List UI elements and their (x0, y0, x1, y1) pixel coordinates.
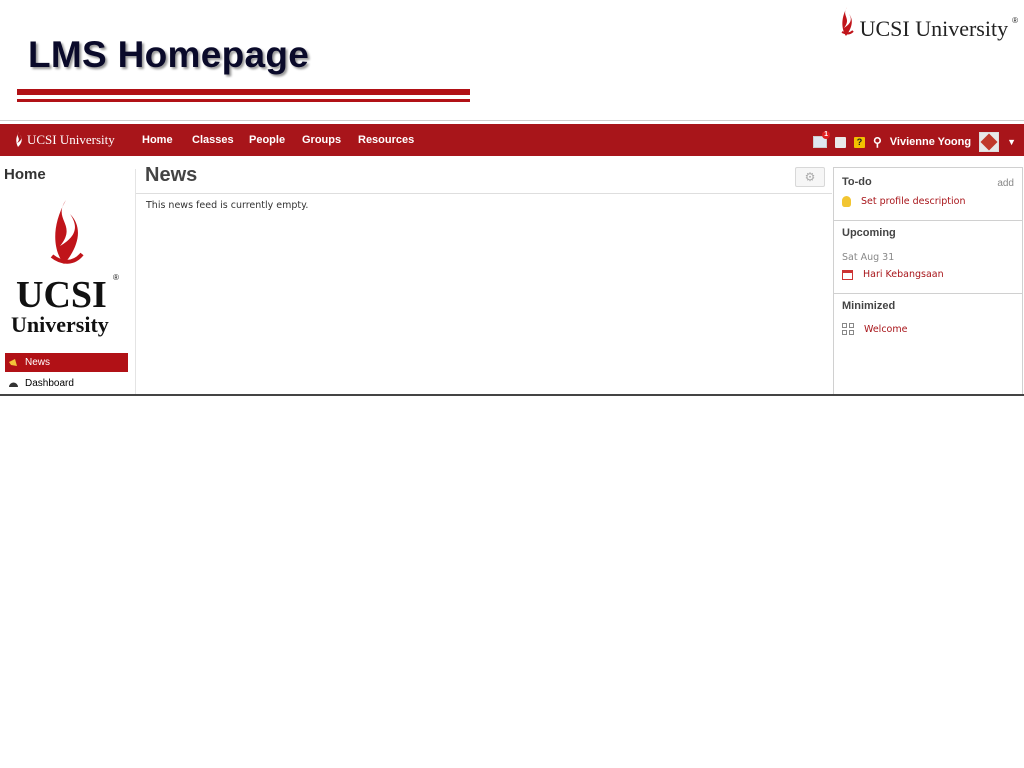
minimized-item[interactable]: Welcome (842, 323, 907, 335)
mail-icon[interactable]: 1 (812, 131, 830, 148)
upcoming-item-label: Hari Kebangsaan (863, 269, 944, 280)
mail-badge: 1 (822, 131, 830, 139)
nav-logo[interactable]: UCSI University (14, 131, 115, 149)
flame-logo-icon (16, 132, 22, 147)
lms-screenshot: UCSI University Home Classes People Grou… (0, 120, 1024, 396)
section-divider (834, 293, 1022, 294)
upcoming-item[interactable]: Hari Kebangsaan (842, 269, 944, 280)
nav-groups[interactable]: Groups (302, 134, 341, 146)
sidebar-item-dashboard[interactable]: Dashboard (5, 374, 128, 393)
calendar-icon[interactable] (834, 136, 846, 148)
minimized-title: Minimized (842, 300, 896, 312)
flame-logo-icon (50, 200, 84, 264)
section-divider (834, 220, 1022, 221)
news-panel: News ⚙ This news feed is currently empty… (136, 156, 832, 394)
sidebar-item-label: News (25, 357, 51, 368)
nav-logo-text: UCSI University (27, 132, 115, 147)
dashboard-icon (8, 379, 19, 389)
nav-user-area: 1 ? ⚲ Vivienne Yoong ▼ (812, 131, 1016, 152)
todo-item[interactable]: Set profile description (842, 196, 965, 207)
search-icon[interactable]: ⚲ (873, 135, 882, 149)
title-underline (17, 89, 470, 95)
help-icon[interactable]: ? (853, 136, 865, 148)
page-title: News (145, 164, 198, 186)
expand-icon (842, 323, 854, 335)
right-panel: To-do add Set profile description Upcomi… (833, 167, 1023, 394)
gear-icon: ⚙ (804, 170, 816, 184)
flame-logo-icon (841, 7, 854, 36)
nav-classes[interactable]: Classes (192, 134, 234, 146)
title-underline-thin (17, 99, 470, 102)
upcoming-title: Upcoming (842, 227, 896, 239)
nav-resources[interactable]: Resources (358, 134, 414, 146)
sidebar-title: Home (4, 166, 46, 183)
lightbulb-icon (842, 196, 851, 207)
top-navbar: UCSI University Home Classes People Grou… (0, 124, 1024, 156)
brand-registered: ® (1012, 16, 1018, 25)
chevron-down-icon[interactable]: ▼ (1007, 137, 1016, 147)
todo-title: To-do (842, 176, 872, 188)
megaphone-icon (8, 358, 19, 368)
nav-home[interactable]: Home (142, 134, 173, 146)
slide-title: LMS Homepage (28, 34, 310, 75)
brand-name: UCSI University (859, 16, 1009, 41)
upcoming-date: Sat Aug 31 (842, 252, 895, 263)
ucsi-university-logo: UCSI ® University (10, 198, 122, 337)
avatar[interactable] (979, 132, 1000, 152)
calendar-icon (842, 269, 853, 280)
logo-ucsi-text: UCSI (16, 274, 107, 316)
nav-people[interactable]: People (249, 134, 285, 146)
todo-add-link[interactable]: add (997, 178, 1014, 189)
todo-item-label: Set profile description (861, 196, 966, 207)
news-empty-message: This news feed is currently empty. (146, 200, 309, 211)
minimized-item-label: Welcome (864, 323, 908, 335)
logo-university-text: University (11, 312, 109, 337)
settings-button[interactable]: ⚙ (795, 167, 825, 187)
sidebar-item-label: Dashboard (25, 378, 74, 389)
ucsi-brand-logo: UCSI University ® (838, 6, 1018, 42)
user-name[interactable]: Vivienne Yoong (890, 136, 971, 148)
left-sidebar: Home UCSI ® University News Dashboard (0, 156, 132, 394)
logo-registered: ® (113, 273, 119, 282)
sidebar-item-news[interactable]: News (5, 353, 128, 372)
news-divider (136, 193, 832, 194)
